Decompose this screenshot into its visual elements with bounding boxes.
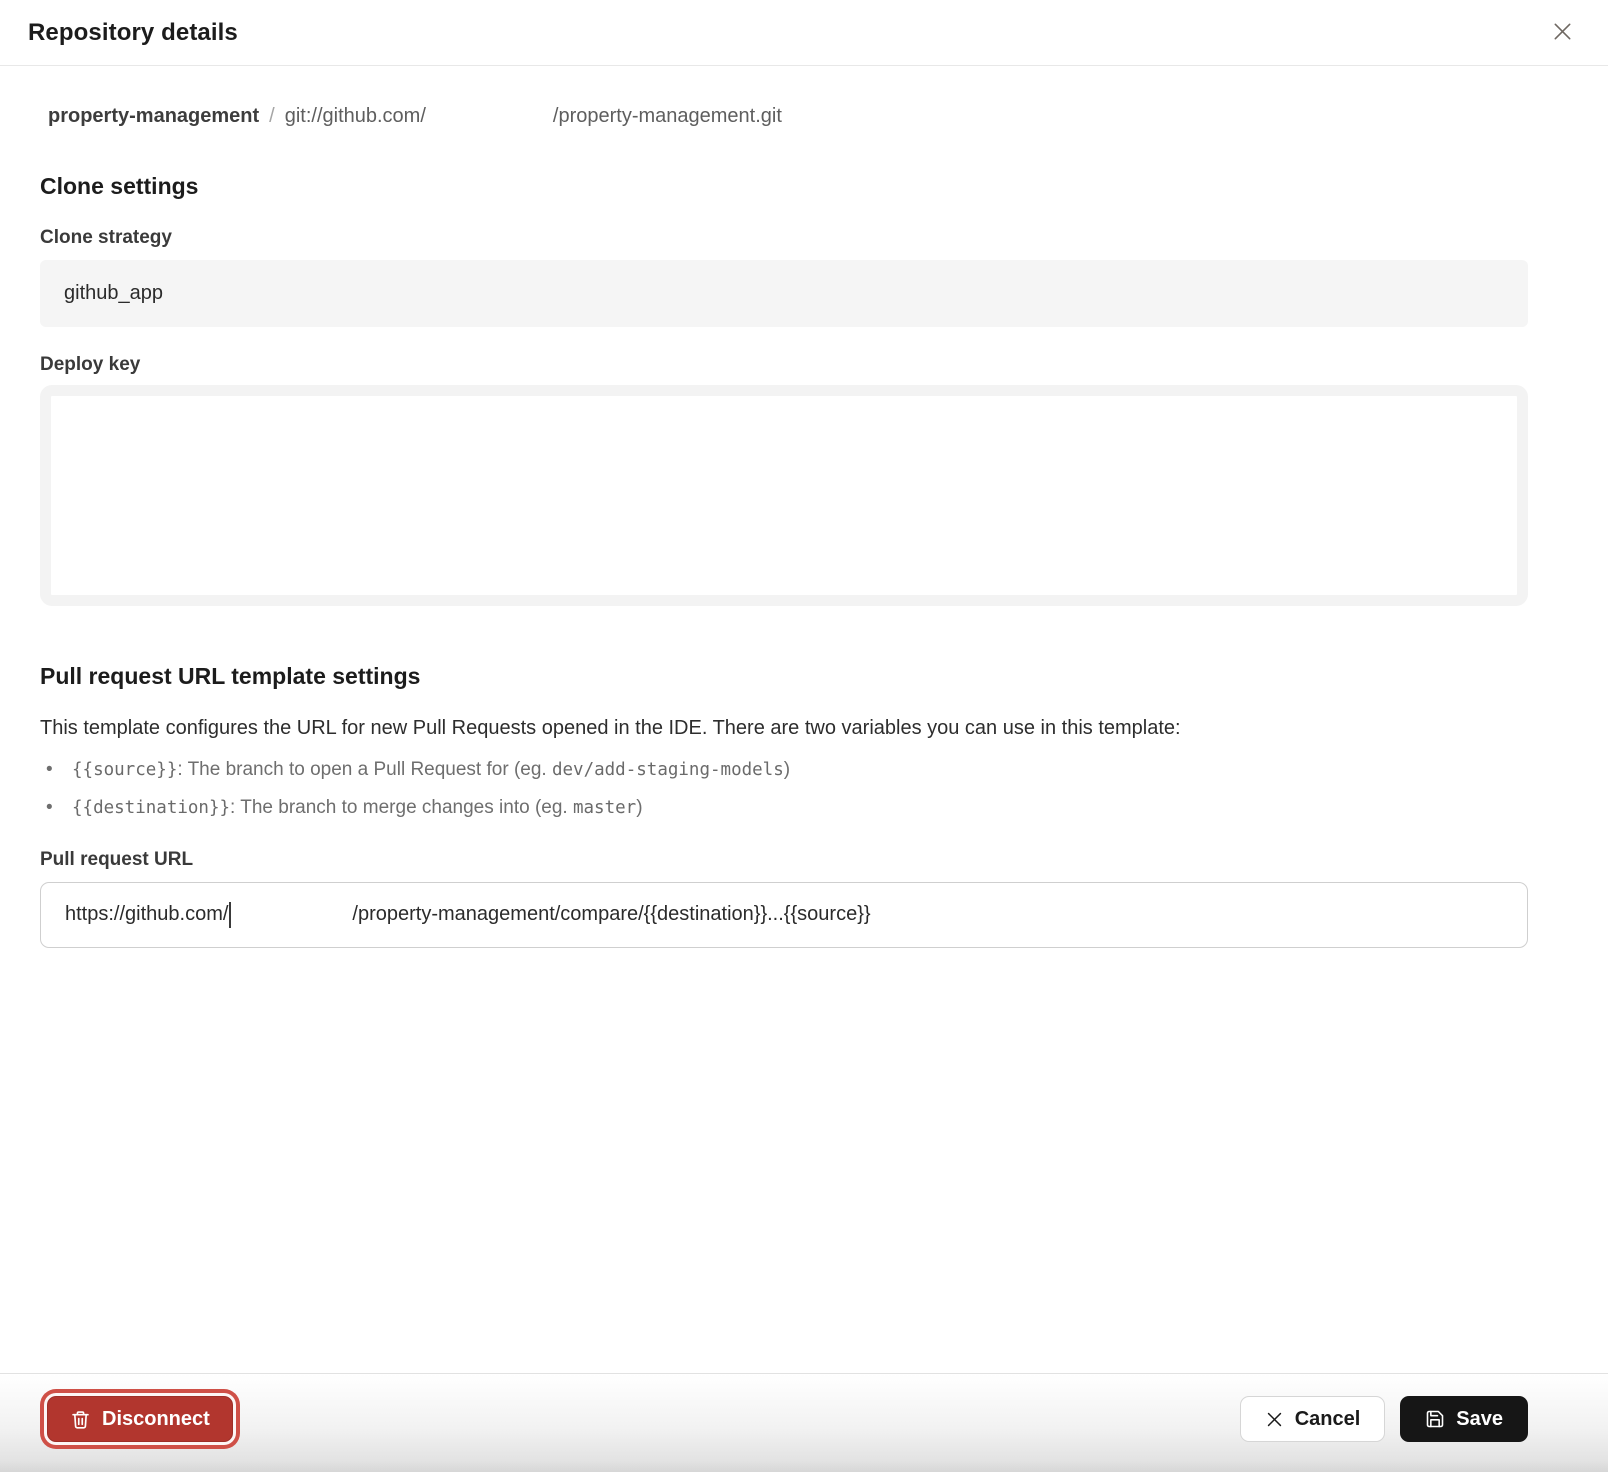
pull-request-url-prefix: https://github.com/ xyxy=(65,903,228,926)
cancel-button[interactable]: Cancel xyxy=(1240,1396,1386,1442)
close-icon xyxy=(1551,20,1574,46)
destination-variable-close: ) xyxy=(636,797,642,818)
clone-strategy-value: github_app xyxy=(64,282,163,305)
clone-settings-heading: Clone settings xyxy=(40,173,1528,200)
save-label: Save xyxy=(1456,1408,1503,1431)
close-button[interactable] xyxy=(1547,18,1577,48)
source-variable-text: : The branch to open a Pull Request for … xyxy=(177,759,552,780)
pull-request-url-input[interactable]: https://github.com/ /property-management… xyxy=(40,882,1528,948)
disconnect-button[interactable]: Disconnect xyxy=(47,1396,233,1442)
breadcrumb-url-suffix: /property-management.git xyxy=(553,105,782,128)
breadcrumb-url-prefix: git://github.com/ xyxy=(285,105,426,128)
breadcrumb: property-management / git://github.com/ … xyxy=(40,105,1528,128)
pull-request-url-suffix: /property-management/compare/{{destinati… xyxy=(352,903,870,926)
breadcrumb-separator: / xyxy=(269,105,275,128)
modal-footer: Disconnect Cancel Sa xyxy=(0,1373,1608,1472)
destination-variable-code: {{destination}} xyxy=(72,798,230,818)
text-cursor xyxy=(229,902,231,928)
cancel-label: Cancel xyxy=(1295,1408,1361,1431)
list-item: {{source}}: The branch to open a Pull Re… xyxy=(40,755,1528,784)
footer-actions: Cancel Save xyxy=(1240,1396,1528,1442)
clone-strategy-label: Clone strategy xyxy=(40,227,1528,249)
trash-icon xyxy=(70,1409,91,1430)
save-floppy-icon xyxy=(1425,1409,1445,1429)
deploy-key-textarea[interactable] xyxy=(40,385,1528,606)
pr-template-description: This template configures the URL for new… xyxy=(40,717,1528,740)
clone-strategy-input: github_app xyxy=(40,260,1528,327)
source-variable-close: ) xyxy=(784,759,790,780)
destination-variable-text: : The branch to merge changes into (eg. xyxy=(230,797,573,818)
modal-title: Repository details xyxy=(28,19,238,47)
destination-variable-example: master xyxy=(573,798,636,818)
pr-template-variable-list: {{source}}: The branch to open a Pull Re… xyxy=(40,755,1528,823)
save-button[interactable]: Save xyxy=(1400,1396,1528,1442)
pull-request-url-label: Pull request URL xyxy=(40,849,1528,871)
repository-details-modal: Repository details property-management /… xyxy=(0,0,1608,948)
modal-body: property-management / git://github.com/ … xyxy=(0,105,1608,948)
modal-header: Repository details xyxy=(0,0,1608,66)
breadcrumb-repo-name: property-management xyxy=(48,105,259,128)
source-variable-code: {{source}} xyxy=(72,760,177,780)
pr-template-heading: Pull request URL template settings xyxy=(40,663,1528,690)
source-variable-example: dev/add-staging-models xyxy=(552,760,784,780)
disconnect-label: Disconnect xyxy=(102,1408,210,1431)
deploy-key-label: Deploy key xyxy=(40,354,1528,376)
list-item: {{destination}}: The branch to merge cha… xyxy=(40,793,1528,822)
cancel-x-icon xyxy=(1265,1410,1284,1429)
